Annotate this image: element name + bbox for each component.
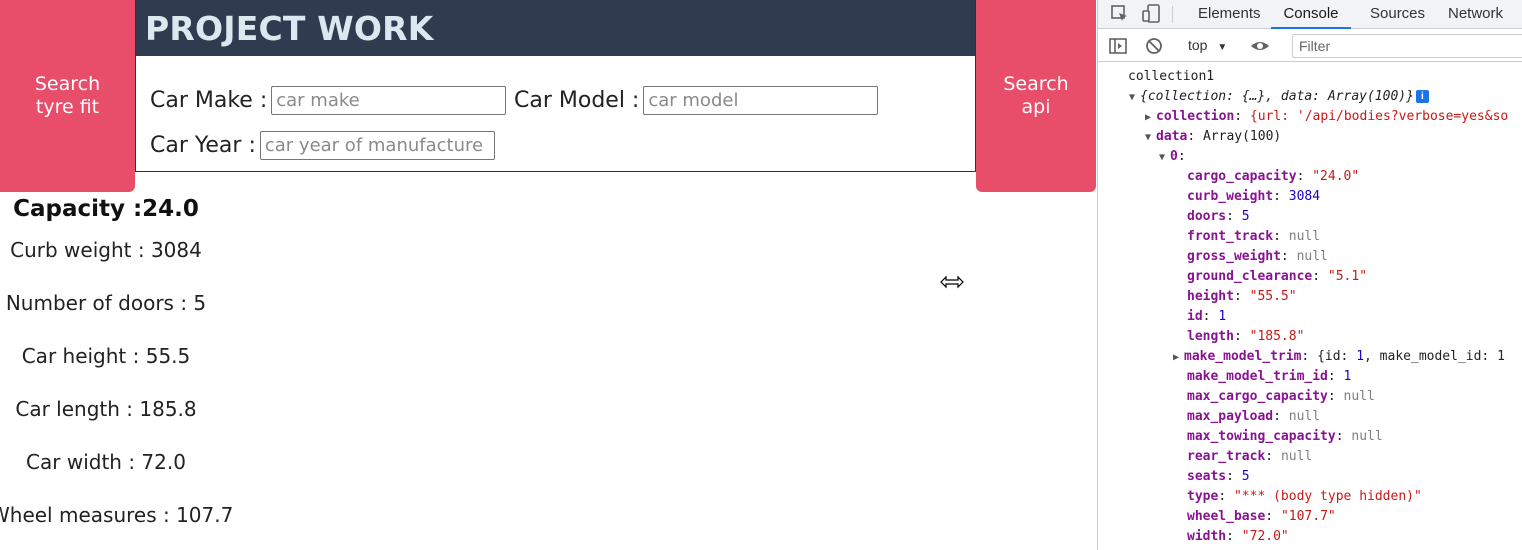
field-width: width: "72.0" <box>1187 529 1289 544</box>
tab-elements[interactable]: Elements <box>1194 0 1265 29</box>
make-model-trim-property[interactable]: ▶ make_model_trim: {id: 1, make_model_id:… <box>1173 347 1505 367</box>
height-text: Car height : 55.5 <box>21 344 191 368</box>
devtools-tab-bar: Elements Console Sources Network <box>1098 0 1522 29</box>
field-wheel-base: wheel_base: "107.7" <box>1187 509 1336 524</box>
field-rear-track: rear_track: null <box>1187 449 1313 464</box>
search-tyre-fit-label: Search tyre fit <box>34 73 101 118</box>
console-log-label: collection1 <box>1128 69 1215 84</box>
toolbar-divider <box>1172 6 1173 23</box>
field-ground-clearance: ground_clearance: "5.1" <box>1187 269 1368 284</box>
context-value: top <box>1188 37 1208 53</box>
car-make-label: Car Make : <box>150 88 268 113</box>
expanded-triangle-icon: ▼ <box>1129 92 1136 103</box>
car-model-row: Car Model : <box>514 86 879 115</box>
width-text: Car width : 72.0 <box>26 450 186 474</box>
field-max-cargo-capacity: max_cargo_capacity: null <box>1187 389 1375 404</box>
search-form: PROJECT WORK Car Make : Car Model : Car … <box>135 0 976 172</box>
car-model-label: Car Model : <box>514 88 640 113</box>
tab-network[interactable]: Network <box>1444 0 1507 29</box>
capacity-text: Capacity :24.0 <box>13 196 199 222</box>
field-curb-weight: curb_weight: 3084 <box>1187 189 1321 204</box>
page-title: PROJECT WORK <box>145 8 434 48</box>
data-index-0[interactable]: ▼ 0: <box>1159 147 1186 167</box>
field-type: type: "*** (body type hidden)" <box>1187 489 1422 504</box>
console-object-root[interactable]: ▼ {collection: {…}, data: Array(100)} i <box>1129 87 1429 107</box>
expanded-triangle-icon: ▼ <box>1159 152 1166 163</box>
device-toolbar-icon[interactable] <box>1142 4 1162 24</box>
search-api-label: Search api <box>1003 73 1069 118</box>
field-height: height: "55.5" <box>1187 289 1297 304</box>
field-id: id: 1 <box>1187 309 1227 324</box>
chevron-down-icon: ▼ <box>1217 42 1228 53</box>
field-length: length: "185.8" <box>1187 329 1305 344</box>
field-make-model-trim-id: make_model_trim_id: 1 <box>1187 369 1352 384</box>
doors-text: Number of doors : 5 <box>5 291 207 315</box>
inspect-element-icon[interactable] <box>1110 4 1130 24</box>
web-page: Search tyre fit PROJECT WORK Car Make : … <box>0 0 1097 550</box>
info-icon: i <box>1415 90 1429 103</box>
tab-console[interactable]: Console <box>1271 0 1351 29</box>
console-toolbar: top ▼ <box>1098 29 1522 62</box>
car-model-input[interactable] <box>643 86 879 115</box>
clear-console-icon[interactable] <box>1144 36 1164 56</box>
field-max-towing-capacity: max_towing_capacity: null <box>1187 429 1383 444</box>
page-header: PROJECT WORK <box>136 0 975 56</box>
field-max-payload: max_payload: null <box>1187 409 1321 424</box>
field-seats: seats: 5 <box>1187 469 1250 484</box>
expanded-triangle-icon: ▼ <box>1145 132 1152 143</box>
car-year-input[interactable] <box>259 131 495 160</box>
field-cargo-capacity: cargo_capacity: "24.0" <box>1187 169 1360 184</box>
car-year-label: Car Year : <box>150 133 256 158</box>
tab-sources[interactable]: Sources <box>1366 0 1429 29</box>
car-make-input[interactable] <box>271 86 507 115</box>
search-tyre-fit-button[interactable]: Search tyre fit <box>0 0 135 192</box>
collection-property[interactable]: ▶ collection: {url: '/api/bodies?verbose=… <box>1145 107 1508 127</box>
resize-cursor-icon <box>940 275 964 289</box>
length-text: Car length : 185.8 <box>15 397 197 421</box>
wheel-measures-text: Wheel measures : 107.7 <box>0 503 234 527</box>
devtools-panel: Elements Console Sources Network top ▼ c… <box>1097 0 1522 550</box>
car-year-row: Car Year : <box>150 131 495 160</box>
search-api-button[interactable]: Search api <box>976 0 1096 192</box>
eye-icon[interactable] <box>1250 36 1270 56</box>
data-property[interactable]: ▼ data: Array(100) <box>1145 127 1281 147</box>
car-make-row: Car Make : <box>150 86 507 115</box>
field-doors: doors: 5 <box>1187 209 1250 224</box>
sidebar-toggle-icon[interactable] <box>1108 36 1128 56</box>
collapsed-triangle-icon: ▶ <box>1145 112 1152 123</box>
field-gross-weight: gross_weight: null <box>1187 249 1328 264</box>
context-selector[interactable]: top ▼ <box>1188 37 1227 53</box>
field-front-track: front_track: null <box>1187 229 1321 244</box>
curb-weight-text: Curb weight : 3084 <box>10 238 202 262</box>
collapsed-triangle-icon: ▶ <box>1173 352 1180 363</box>
console-filter-input[interactable] <box>1292 34 1522 58</box>
